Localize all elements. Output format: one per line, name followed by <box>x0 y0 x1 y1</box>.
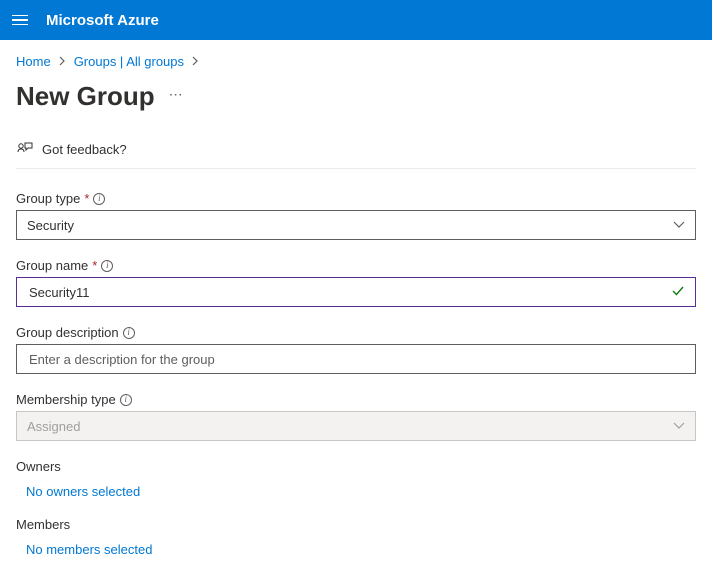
topbar: Microsoft Azure <box>0 0 712 40</box>
group-description-input-wrap <box>16 344 696 374</box>
membership-type-select: Assigned <box>16 411 696 441</box>
group-name-label: Group name <box>16 258 88 273</box>
membership-type-label: Membership type <box>16 392 116 407</box>
breadcrumb-home[interactable]: Home <box>16 54 51 69</box>
group-name-input[interactable] <box>27 278 671 306</box>
owners-link[interactable]: No owners selected <box>16 484 696 499</box>
page-title: New Group <box>16 81 155 112</box>
group-name-input-wrap <box>16 277 696 307</box>
hamburger-menu-icon[interactable] <box>12 12 28 28</box>
chevron-down-icon <box>673 419 685 433</box>
feedback-label: Got feedback? <box>42 142 127 157</box>
info-icon[interactable]: i <box>93 193 105 205</box>
more-actions-button[interactable]: ⋯ <box>169 86 183 107</box>
feedback-icon <box>16 140 34 158</box>
brand-label: Microsoft Azure <box>46 12 159 29</box>
chevron-down-icon <box>673 218 685 232</box>
required-asterisk: * <box>92 258 97 273</box>
info-icon[interactable]: i <box>123 327 135 339</box>
info-icon[interactable]: i <box>101 260 113 272</box>
breadcrumb-groups[interactable]: Groups | All groups <box>74 54 184 69</box>
required-asterisk: * <box>84 191 89 206</box>
members-heading: Members <box>16 517 696 532</box>
chevron-right-icon <box>59 55 66 69</box>
members-link[interactable]: No members selected <box>16 542 696 557</box>
group-description-input[interactable] <box>27 345 685 373</box>
chevron-right-icon <box>192 55 199 69</box>
group-type-value: Security <box>27 218 74 233</box>
info-icon[interactable]: i <box>120 394 132 406</box>
breadcrumb: Home Groups | All groups <box>16 40 696 77</box>
membership-type-value: Assigned <box>27 419 80 434</box>
feedback-button[interactable]: Got feedback? <box>16 140 696 169</box>
group-type-select[interactable]: Security <box>16 210 696 240</box>
owners-heading: Owners <box>16 459 696 474</box>
check-icon <box>671 284 685 301</box>
group-description-label: Group description <box>16 325 119 340</box>
group-type-label: Group type <box>16 191 80 206</box>
